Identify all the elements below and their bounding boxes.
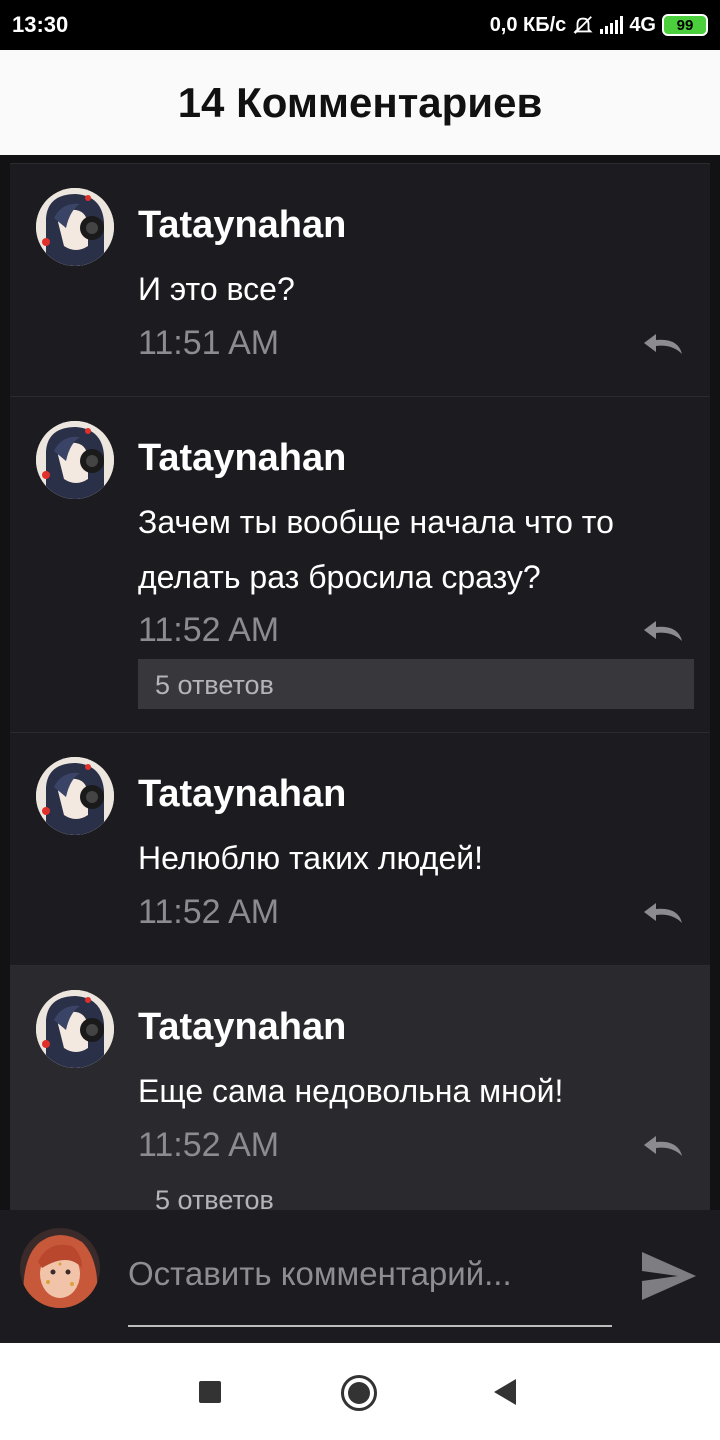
reply-icon[interactable] <box>640 897 686 927</box>
bell-off-icon <box>573 16 593 34</box>
back-icon[interactable] <box>494 1379 516 1405</box>
page-title: 14 Комментариев <box>177 78 543 126</box>
comment-timestamp: 11:52 AM <box>138 611 280 649</box>
reply-icon[interactable] <box>640 615 686 645</box>
status-indicators: 0,0 КБ/с 4G 99 <box>490 12 708 38</box>
comment-timestamp: 11:52 AM <box>138 893 280 931</box>
system-nav-bar <box>0 1343 720 1440</box>
comment-timestamp: 11:52 AM <box>138 1126 280 1164</box>
comment-item[interactable]: Tataynahan Нелюблю таких людей! 11:52 AM <box>10 732 710 965</box>
comment-input[interactable] <box>128 1250 612 1298</box>
replies-button[interactable]: 5 ответов <box>138 1174 694 1210</box>
header: 14 Комментариев <box>0 50 720 155</box>
input-underline <box>128 1325 612 1327</box>
comment-timestamp: 11:51 AM <box>138 324 280 362</box>
comment-author[interactable]: Tataynahan <box>138 204 346 247</box>
comment-item[interactable]: Tataynahan И это все? 11:51 AM <box>10 163 710 396</box>
comment-author[interactable]: Tataynahan <box>138 1006 346 1049</box>
recents-icon[interactable] <box>199 1381 221 1403</box>
reply-icon[interactable] <box>640 1130 686 1160</box>
signal-icon <box>600 16 624 34</box>
avatar[interactable] <box>36 990 114 1068</box>
comment-text: И это все? <box>138 271 295 307</box>
avatar[interactable] <box>36 421 114 499</box>
comment-text: Зачем ты вообще начала что то делать раз… <box>138 504 614 595</box>
comment-author[interactable]: Tataynahan <box>138 773 346 816</box>
comment-item[interactable]: Tataynahan Еще сама недовольна мной! 11:… <box>10 965 710 1210</box>
status-time: 13:30 <box>12 12 69 37</box>
status-bar: 13:30 0,0 КБ/с 4G 99 <box>0 0 720 50</box>
battery-icon: 99 <box>662 14 708 36</box>
network-speed: 0,0 КБ/с <box>489 13 567 36</box>
replies-button[interactable]: 5 ответов <box>138 659 694 709</box>
network-type: 4G <box>629 13 656 36</box>
reply-icon[interactable] <box>640 328 686 358</box>
comment-text: Еще сама недовольна мной! <box>138 1073 564 1109</box>
comment-text: Нелюблю таких людей! <box>138 840 484 876</box>
home-icon[interactable] <box>341 1375 377 1411</box>
avatar[interactable] <box>36 757 114 835</box>
comments-list[interactable]: Tataynahan И это все? 11:51 AM Tataynaha… <box>10 163 710 1210</box>
avatar[interactable] <box>36 188 114 266</box>
comment-author[interactable]: Tataynahan <box>138 437 346 480</box>
send-icon[interactable] <box>640 1248 698 1304</box>
comment-input-bar <box>0 1210 720 1343</box>
user-avatar[interactable] <box>20 1228 100 1308</box>
comment-item[interactable]: Tataynahan Зачем ты вообще начала что то… <box>10 396 710 732</box>
